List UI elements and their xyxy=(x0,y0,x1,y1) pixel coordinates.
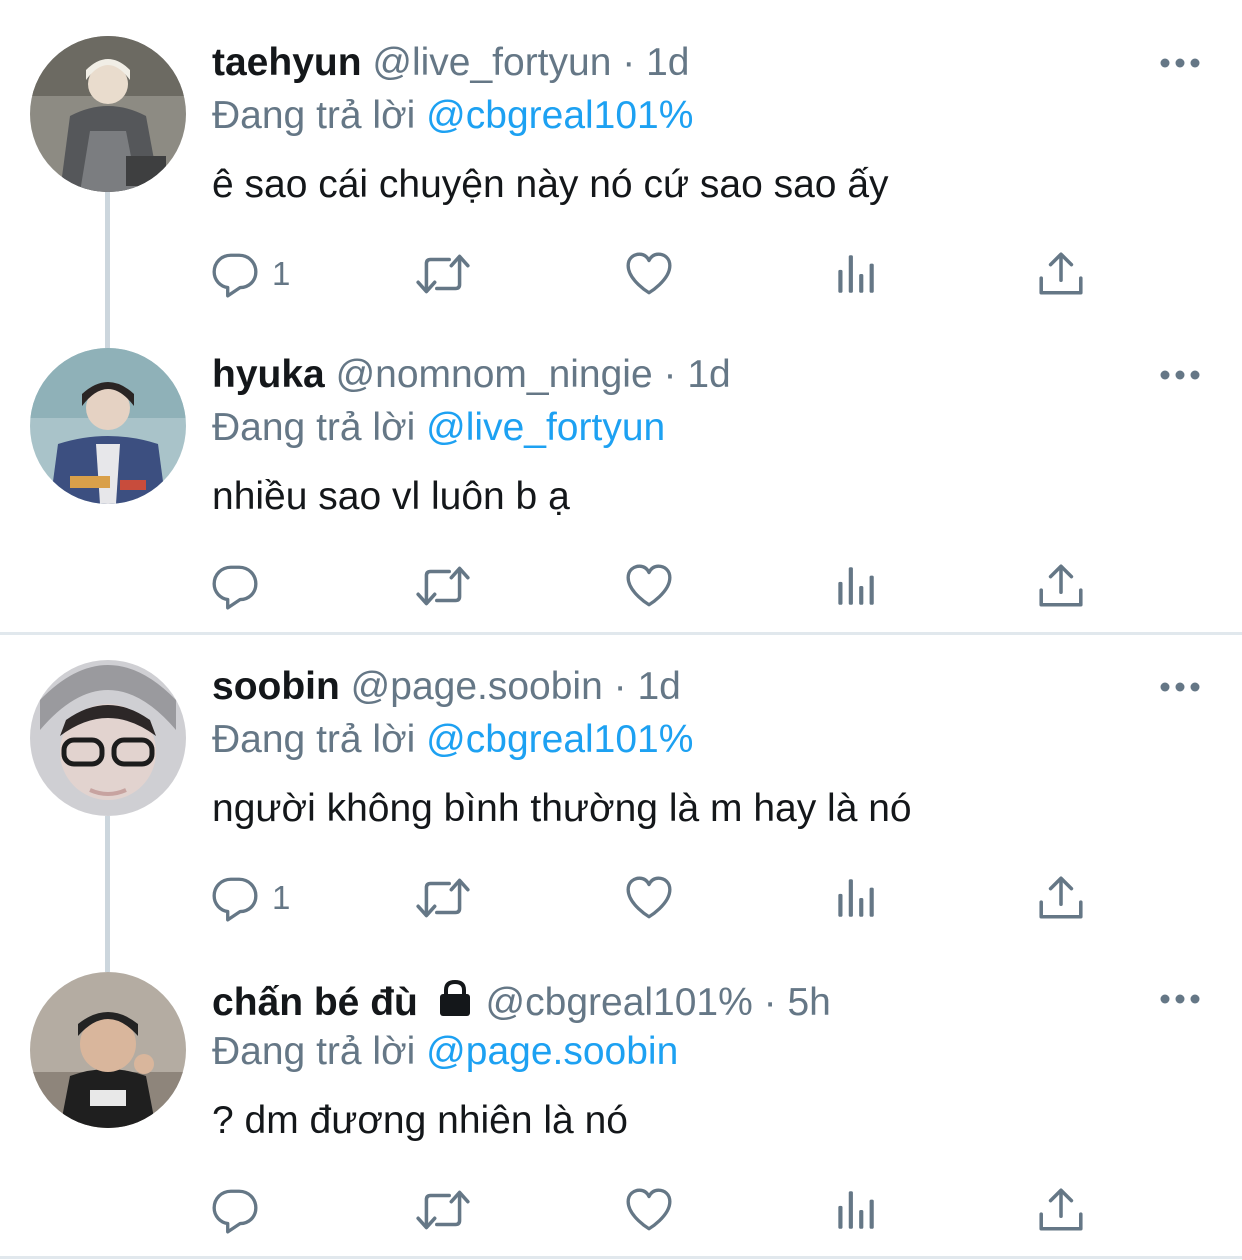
avatar[interactable] xyxy=(30,36,186,192)
replying-to: Đang trả lời @live_fortyun xyxy=(212,404,665,452)
retweet-button[interactable] xyxy=(414,246,472,302)
username[interactable]: @cbgreal101% xyxy=(486,981,753,1024)
more-icon[interactable] xyxy=(1158,986,1202,1012)
tweet-header: soobin @page.soobin · 1d xyxy=(212,662,681,712)
replying-to: Đang trả lời @cbgreal101% xyxy=(212,92,693,140)
separator-dot: · xyxy=(622,41,636,84)
like-button[interactable] xyxy=(624,558,674,614)
tweet-header: chấn bé đù @cbgreal101% · 5h xyxy=(212,978,831,1028)
replying-label: Đang trả lời xyxy=(212,1030,416,1073)
stats-icon xyxy=(830,873,880,923)
reply-button[interactable] xyxy=(210,558,272,614)
share-button[interactable] xyxy=(1036,1182,1086,1238)
display-name[interactable]: soobin xyxy=(212,665,340,708)
lock-icon xyxy=(439,979,470,1016)
retweet-icon xyxy=(414,873,472,923)
replying-mention[interactable]: @cbgreal101% xyxy=(426,718,693,761)
replying-to: Đang trả lời @cbgreal101% xyxy=(212,716,693,764)
reply-count: 1 xyxy=(272,255,291,292)
tweet-text: ? dm đương nhiên là nó xyxy=(212,1099,628,1142)
like-icon xyxy=(624,1185,674,1235)
share-button[interactable] xyxy=(1036,870,1086,926)
separator-dot: · xyxy=(613,665,627,708)
stats-button[interactable] xyxy=(830,1182,880,1238)
more-icon[interactable] xyxy=(1158,674,1202,700)
reply-icon xyxy=(210,1185,260,1235)
separator-dot: · xyxy=(763,981,777,1024)
replying-to: Đang trả lời @page.soobin xyxy=(212,1028,678,1076)
stats-button[interactable] xyxy=(830,558,880,614)
share-icon xyxy=(1036,873,1086,923)
more-icon[interactable] xyxy=(1158,50,1202,76)
tweet[interactable]: taehyun @live_fortyun · 1d Đang trả lời … xyxy=(0,0,1242,348)
share-icon xyxy=(1036,249,1086,299)
like-icon xyxy=(624,561,674,611)
display-name[interactable]: hyuka xyxy=(212,353,325,396)
like-button[interactable] xyxy=(624,246,674,302)
display-name[interactable]: taehyun xyxy=(212,41,362,84)
tweet[interactable]: chấn bé đù @cbgreal101% · 5h Đang trả lờ… xyxy=(0,936,1242,1248)
tweet[interactable]: hyuka @nomnom_ningie · 1d Đang trả lời @… xyxy=(0,312,1242,624)
bottom-divider xyxy=(0,1256,1242,1259)
reply-button[interactable]: 1 xyxy=(210,870,290,926)
share-button[interactable] xyxy=(1036,246,1086,302)
share-icon xyxy=(1036,561,1086,611)
username[interactable]: @live_fortyun xyxy=(372,41,611,84)
reply-count: 1 xyxy=(272,879,291,916)
like-icon xyxy=(624,873,674,923)
share-icon xyxy=(1036,1185,1086,1235)
retweet-icon xyxy=(414,561,472,611)
stats-button[interactable] xyxy=(830,870,880,926)
like-button[interactable] xyxy=(624,870,674,926)
tweet-text: ê sao cái chuyện này nó cứ sao sao ấy xyxy=(212,163,889,206)
timestamp[interactable]: 1d xyxy=(646,41,689,84)
retweet-icon xyxy=(414,1185,472,1235)
timestamp[interactable]: 1d xyxy=(687,353,730,396)
display-name[interactable]: chấn bé đù xyxy=(212,981,418,1024)
separator-dot: · xyxy=(663,353,677,396)
avatar[interactable] xyxy=(30,348,186,504)
retweet-button[interactable] xyxy=(414,870,472,926)
stats-icon xyxy=(830,561,880,611)
reply-icon xyxy=(210,561,260,611)
stats-icon xyxy=(830,1185,880,1235)
more-icon[interactable] xyxy=(1158,362,1202,388)
avatar[interactable] xyxy=(30,660,186,816)
reply-icon xyxy=(210,249,260,299)
retweet-button[interactable] xyxy=(414,1182,472,1238)
timestamp[interactable]: 5h xyxy=(787,981,830,1024)
username[interactable]: @page.soobin xyxy=(351,665,603,708)
replying-mention[interactable]: @page.soobin xyxy=(426,1030,678,1073)
tweet-text: nhiều sao vl luôn b ạ xyxy=(212,475,570,518)
tweet-text: người không bình thường là m hay là nó xyxy=(212,787,912,830)
replying-label: Đang trả lời xyxy=(212,94,416,137)
like-button[interactable] xyxy=(624,1182,674,1238)
retweet-icon xyxy=(414,249,472,299)
reply-button[interactable]: 1 xyxy=(210,246,290,302)
replying-mention[interactable]: @live_fortyun xyxy=(426,406,665,449)
stats-icon xyxy=(830,249,880,299)
share-button[interactable] xyxy=(1036,558,1086,614)
stats-button[interactable] xyxy=(830,246,880,302)
replying-mention[interactable]: @cbgreal101% xyxy=(426,94,693,137)
tweet-header: taehyun @live_fortyun · 1d xyxy=(212,38,689,88)
retweet-button[interactable] xyxy=(414,558,472,614)
like-icon xyxy=(624,249,674,299)
reply-icon xyxy=(210,873,260,923)
tweet[interactable]: soobin @page.soobin · 1d Đang trả lời @c… xyxy=(0,624,1242,972)
tweet-header: hyuka @nomnom_ningie · 1d xyxy=(212,350,731,400)
avatar[interactable] xyxy=(30,972,186,1128)
replying-label: Đang trả lời xyxy=(212,406,416,449)
replying-label: Đang trả lời xyxy=(212,718,416,761)
reply-button[interactable] xyxy=(210,1182,272,1238)
username[interactable]: @nomnom_ningie xyxy=(336,353,653,396)
timestamp[interactable]: 1d xyxy=(637,665,680,708)
